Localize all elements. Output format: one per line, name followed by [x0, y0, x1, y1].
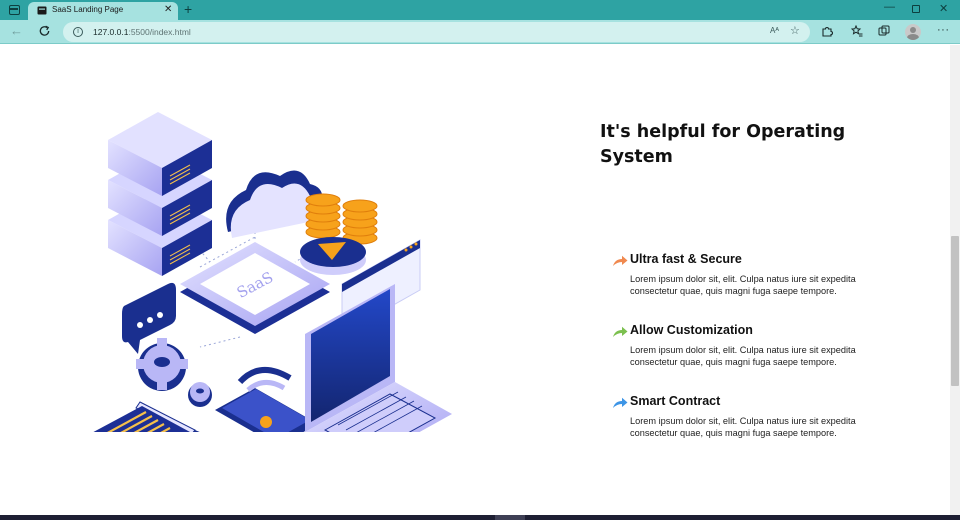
feature-title: Allow Customization	[630, 323, 753, 337]
feature-description: Lorem ipsum dolor sit, elit. Culpa natus…	[630, 345, 856, 367]
favorites-icon[interactable]	[851, 25, 863, 37]
browser-toolbar: ← i 127.0.0.1:5500/index.html Aᴬ ☆ ···	[0, 20, 960, 44]
window-close-icon[interactable]: ✕	[939, 2, 948, 16]
small-gear-icon	[188, 382, 212, 407]
back-icon[interactable]: ←	[10, 24, 23, 38]
vertical-scrollbar[interactable]	[950, 45, 960, 515]
taskbar	[0, 515, 960, 520]
close-tab-icon[interactable]: ✕	[164, 4, 172, 16]
new-tab-button[interactable]: +	[184, 1, 192, 17]
scrollbar-thumb[interactable]	[951, 236, 959, 386]
extensions-icon[interactable]	[821, 25, 833, 37]
read-aloud-icon[interactable]: Aᴬ	[770, 26, 779, 35]
tab-title: SaaS Landing Page	[52, 5, 124, 14]
arrow-icon	[613, 326, 628, 337]
favicon-icon	[37, 6, 47, 15]
coins-icon	[305, 193, 378, 245]
feature-title: Smart Contract	[630, 394, 721, 408]
server-stack-icon	[108, 112, 212, 276]
profile-avatar[interactable]	[905, 24, 921, 40]
feature-description: Lorem ipsum dolor sit, elit. Culpa natus…	[630, 274, 856, 296]
feature-title: Ultra fast & Secure	[630, 252, 742, 266]
play-icon	[300, 237, 366, 275]
more-menu-icon[interactable]: ···	[937, 24, 950, 36]
collections-icon[interactable]	[878, 25, 890, 37]
window-menu-icon[interactable]	[9, 5, 20, 15]
feature-description: Lorem ipsum dolor sit, elit. Culpa natus…	[630, 416, 856, 438]
browser-tab-strip: SaaS Landing Page ✕ + — ✕	[0, 0, 960, 20]
chat-bubble-icon	[122, 282, 176, 354]
url-text[interactable]: 127.0.0.1:5500/index.html	[93, 27, 191, 37]
gear-icon	[136, 338, 188, 391]
arrow-icon	[613, 397, 628, 408]
saas-illustration: SaaS	[93, 112, 452, 432]
laptop-icon	[305, 284, 452, 432]
reload-icon[interactable]	[38, 24, 51, 38]
address-bar[interactable]: i 127.0.0.1:5500/index.html Aᴬ ☆	[63, 22, 810, 42]
arrow-icon	[613, 255, 628, 266]
section-heading: It's helpful for Operating System	[600, 122, 846, 167]
minimize-icon[interactable]: —	[884, 1, 895, 13]
site-info-icon[interactable]: i	[73, 27, 83, 37]
taskbar-item[interactable]	[495, 515, 525, 520]
add-favorite-icon[interactable]: ☆	[790, 24, 800, 37]
maximize-icon[interactable]	[912, 5, 920, 13]
browser-tab[interactable]: SaaS Landing Page ✕	[28, 2, 178, 20]
phone-wifi-icon	[215, 367, 318, 432]
cloud-icon	[226, 170, 323, 238]
